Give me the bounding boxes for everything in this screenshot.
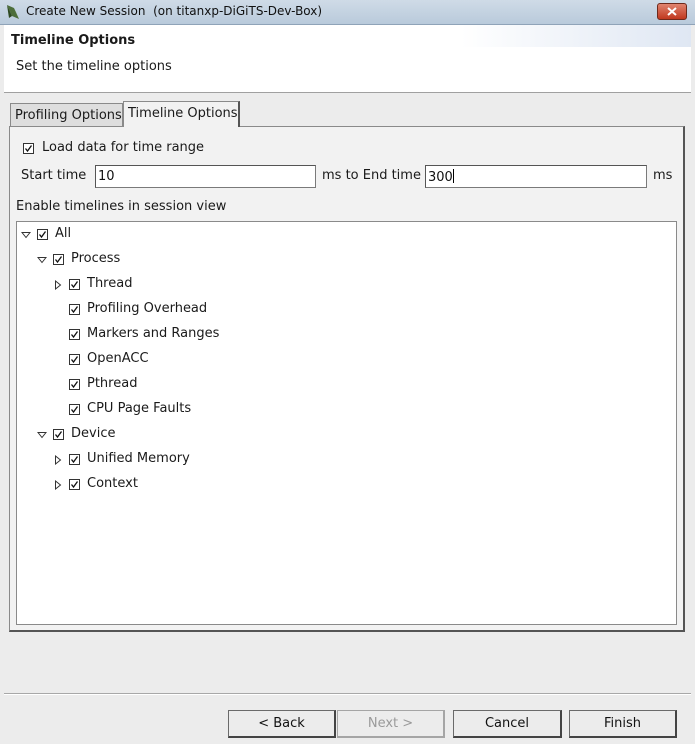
page-title: Timeline Options xyxy=(11,33,136,48)
next-button[interactable]: Next > xyxy=(337,710,445,738)
cancel-button-label: Cancel xyxy=(484,716,530,731)
timelines-tree[interactable]: All Process Thread Profiling Overhead Ma… xyxy=(16,221,677,625)
tree-checkbox-thread[interactable] xyxy=(69,279,80,290)
tree-checkbox-cpu-page-faults[interactable] xyxy=(69,404,80,415)
check-icon xyxy=(70,481,79,489)
check-icon xyxy=(38,231,47,239)
page-description: Set the timeline options xyxy=(16,59,172,74)
tree-label-openacc: OpenACC xyxy=(87,351,149,366)
check-icon xyxy=(54,256,63,264)
check-icon xyxy=(70,406,79,414)
load-time-range-label: Load data for time range xyxy=(42,140,205,155)
start-time-input[interactable]: 10 xyxy=(95,165,316,188)
next-button-label: Next > xyxy=(367,716,414,731)
check-icon xyxy=(70,356,79,364)
check-icon xyxy=(70,456,79,464)
check-icon xyxy=(70,306,79,314)
triangle-down-icon[interactable] xyxy=(37,255,47,265)
start-time-label: Start time xyxy=(21,168,87,183)
close-icon xyxy=(667,7,677,16)
check-icon xyxy=(70,281,79,289)
tree-checkbox-all[interactable] xyxy=(37,229,48,240)
cancel-button[interactable]: Cancel xyxy=(453,710,562,738)
tree-checkbox-openacc[interactable] xyxy=(69,354,80,365)
tree-label-thread: Thread xyxy=(87,276,133,291)
tree-label-pthread: Pthread xyxy=(87,376,138,391)
tree-label-cpu-page-faults: CPU Page Faults xyxy=(87,401,192,416)
tree-checkbox-process[interactable] xyxy=(53,254,64,265)
timelines-section-label: Enable timelines in session view xyxy=(16,199,227,214)
tree-checkbox-pthread[interactable] xyxy=(69,379,80,390)
tab-timeline-options[interactable]: Timeline Options xyxy=(123,101,240,127)
finish-button[interactable]: Finish xyxy=(569,710,677,738)
tree-label-all: All xyxy=(55,226,72,241)
tree-checkbox-context[interactable] xyxy=(69,479,80,490)
tree-label-context: Context xyxy=(87,476,138,491)
triangle-right-icon[interactable] xyxy=(53,280,63,290)
app-logo-icon xyxy=(7,5,19,19)
wizard-header: Timeline Options Set the timeline option… xyxy=(4,25,691,93)
triangle-right-icon[interactable] xyxy=(53,455,63,465)
end-time-unit: ms xyxy=(653,168,673,183)
text-cursor xyxy=(452,169,454,183)
footer-separator xyxy=(4,693,691,695)
triangle-down-icon[interactable] xyxy=(21,230,31,240)
tree-checkbox-markers-and-ranges[interactable] xyxy=(69,329,80,340)
tree-checkbox-unified-memory[interactable] xyxy=(69,454,80,465)
load-time-range-checkbox[interactable] xyxy=(23,143,34,154)
check-icon xyxy=(24,145,33,153)
triangle-right-icon[interactable] xyxy=(53,480,63,490)
start-time-value: 10 xyxy=(98,169,115,184)
triangle-down-icon[interactable] xyxy=(37,430,47,440)
back-button[interactable]: < Back xyxy=(228,710,336,738)
check-icon xyxy=(70,331,79,339)
tree-checkbox-device[interactable] xyxy=(53,429,64,440)
tree-label-profiling-overhead: Profiling Overhead xyxy=(87,301,208,316)
tree-label-unified-memory: Unified Memory xyxy=(87,451,190,466)
finish-button-label: Finish xyxy=(603,716,641,731)
window-title-bar[interactable]: Create New Session (on titanxp-DiGiTS-De… xyxy=(0,0,695,25)
tree-label-device: Device xyxy=(71,426,116,441)
tree-checkbox-profiling-overhead[interactable] xyxy=(69,304,80,315)
window-title: Create New Session (on titanxp-DiGiTS-De… xyxy=(26,4,323,18)
tree-label-markers-and-ranges: Markers and Ranges xyxy=(87,326,220,341)
check-icon xyxy=(70,381,79,389)
back-button-label: < Back xyxy=(258,716,305,731)
close-button[interactable] xyxy=(657,3,687,20)
tab-profiling-options[interactable]: Profiling Options xyxy=(10,103,123,127)
check-icon xyxy=(54,431,63,439)
tree-label-process: Process xyxy=(71,251,121,266)
end-time-value: 300 xyxy=(428,170,453,185)
end-time-input[interactable]: 300 xyxy=(425,165,647,188)
end-time-label: ms to End time xyxy=(322,168,421,183)
